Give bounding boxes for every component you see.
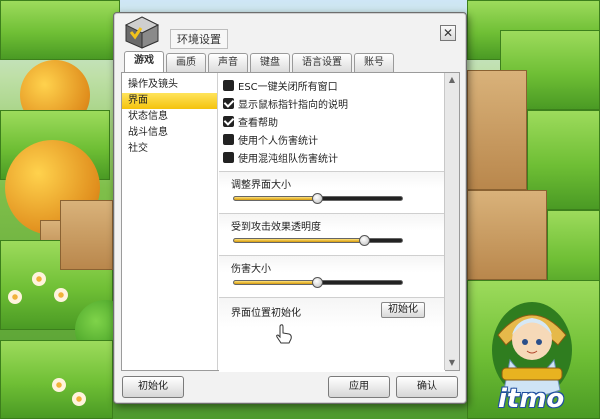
dirt-block xyxy=(467,70,527,190)
checkbox-show-tooltips[interactable]: 显示鼠标指针指向的说明 xyxy=(223,95,348,111)
category-status-info[interactable]: 状态信息 xyxy=(122,109,217,125)
checkbox-label: 显示鼠标指针指向的说明 xyxy=(238,99,348,111)
itmo-logo: itmo xyxy=(498,384,565,414)
reset-all-button[interactable]: 初始化 xyxy=(122,376,184,398)
checkbox-box[interactable] xyxy=(223,115,234,127)
confirm-button[interactable]: 确认 xyxy=(396,376,458,398)
category-interface[interactable]: 界面 xyxy=(122,93,217,109)
checkbox-label: ESC一键关闭所有窗口 xyxy=(238,81,338,93)
dirt-block xyxy=(467,190,547,280)
dialog-titlebar: 环境设置 ✕ xyxy=(114,13,466,53)
tab-bar: 游戏 画质 声音 键盘 语言设置 账号 xyxy=(124,51,394,73)
checkbox-box[interactable] xyxy=(223,79,234,91)
flower xyxy=(32,272,46,286)
settings-dialog: 环境设置 ✕ 游戏 画质 声音 键盘 语言设置 账号 操作及镜头 界面 状态信息… xyxy=(113,12,467,404)
flower xyxy=(72,392,86,406)
slider-label: 调整界面大小 xyxy=(231,180,291,191)
slider-fill xyxy=(234,281,318,284)
reset-position-section: 界面位置初始化 初始化 xyxy=(219,297,445,372)
slider-section-hit-opacity: 受到攻击效果透明度 xyxy=(219,213,445,255)
tab-account[interactable]: 账号 xyxy=(354,53,394,72)
tab-graphics[interactable]: 画质 xyxy=(166,53,206,72)
options-content: ESC一键关闭所有窗口 显示鼠标指针指向的说明 查看帮助 使用个人伤害统计 使用… xyxy=(219,73,445,372)
tab-sound[interactable]: 声音 xyxy=(208,53,248,72)
settings-panel: 操作及镜头 界面 状态信息 战斗信息 社交 ESC一键关闭所有窗口 显示鼠标指针… xyxy=(121,72,460,372)
hit-effect-opacity-slider[interactable] xyxy=(233,235,403,246)
flower xyxy=(8,290,22,304)
checkbox-box[interactable] xyxy=(223,97,234,109)
checkbox-personal-damage-stats[interactable]: 使用个人伤害统计 xyxy=(223,131,318,147)
category-social[interactable]: 社交 xyxy=(122,141,217,157)
flower xyxy=(54,288,68,302)
category-combat-info[interactable]: 战斗信息 xyxy=(122,125,217,141)
dirt-block xyxy=(60,200,113,270)
settings-box-icon xyxy=(124,16,160,49)
apply-button[interactable]: 应用 xyxy=(328,376,390,398)
slider-fill xyxy=(234,239,366,242)
ui-size-slider[interactable] xyxy=(233,193,403,204)
grass-block xyxy=(0,0,120,60)
checkbox-label: 查看帮助 xyxy=(238,117,278,129)
category-list: 操作及镜头 界面 状态信息 战斗信息 社交 xyxy=(122,73,218,370)
tab-keyboard[interactable]: 键盘 xyxy=(250,53,290,72)
vertical-scrollbar[interactable]: ▲ ▼ xyxy=(444,73,459,370)
hand-cursor-icon xyxy=(276,324,292,344)
slider-label: 伤害大小 xyxy=(231,264,271,275)
slider-fill xyxy=(234,197,318,200)
scroll-up-arrow-icon[interactable]: ▲ xyxy=(446,74,458,86)
checkbox-esc-close-all[interactable]: ESC一键关闭所有窗口 xyxy=(223,77,338,93)
damage-size-slider[interactable] xyxy=(233,277,403,288)
slider-section-ui-size: 调整界面大小 xyxy=(219,171,445,213)
dialog-title: 环境设置 xyxy=(170,29,228,49)
checkbox-label: 使用个人伤害统计 xyxy=(238,135,318,147)
flower xyxy=(52,378,66,392)
checkbox-chaos-party-damage-stats[interactable]: 使用混沌组队伤害统计 xyxy=(223,149,338,165)
checkbox-label: 使用混沌组队伤害统计 xyxy=(238,153,338,165)
checkbox-box[interactable] xyxy=(223,133,234,145)
checkbox-view-help[interactable]: 查看帮助 xyxy=(223,113,278,129)
slider-handle[interactable] xyxy=(359,235,371,246)
tab-language[interactable]: 语言设置 xyxy=(292,53,352,72)
tab-game[interactable]: 游戏 xyxy=(124,51,164,72)
slider-label: 受到攻击效果透明度 xyxy=(231,222,321,233)
category-controls-camera[interactable]: 操作及镜头 xyxy=(122,77,217,93)
slider-section-damage-size: 伤害大小 xyxy=(219,255,445,297)
reset-position-label: 界面位置初始化 xyxy=(231,308,301,319)
scroll-down-arrow-icon[interactable]: ▼ xyxy=(446,357,458,369)
close-button[interactable]: ✕ xyxy=(440,25,456,41)
reset-position-button[interactable]: 初始化 xyxy=(381,302,425,318)
slider-handle[interactable] xyxy=(312,193,323,204)
checkbox-box[interactable] xyxy=(223,151,234,163)
slider-handle[interactable] xyxy=(312,277,323,288)
